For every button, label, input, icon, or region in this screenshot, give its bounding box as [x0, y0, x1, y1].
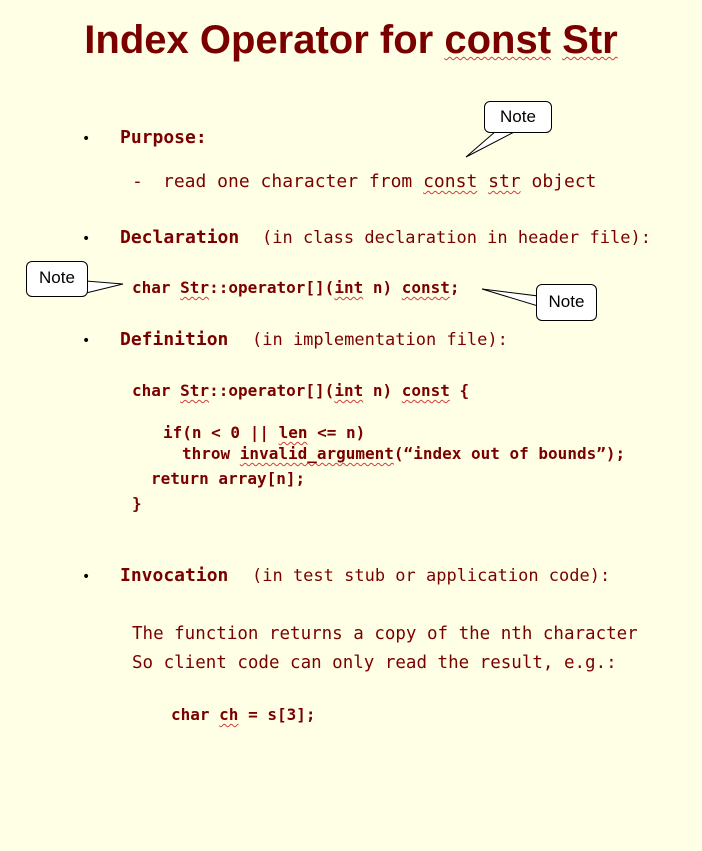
definition-code-line-5: }: [132, 494, 142, 513]
purpose-heading: Purpose:: [120, 127, 207, 148]
invocation-code: char ch = s[3];: [171, 705, 316, 724]
page-title: Index Operator for const Str: [84, 18, 618, 62]
declaration-heading: Declaration: [120, 227, 240, 248]
bullet-definition: •: [82, 333, 91, 349]
definition-code-line-1: char Str::operator[](int n) const {: [132, 381, 470, 400]
invocation-heading: Invocation: [120, 565, 229, 586]
purpose-text: read one character from const str object: [163, 171, 597, 192]
note1-tail: [465, 130, 517, 158]
invocation-line-1: The function returns a copy of the nth c…: [132, 624, 638, 644]
purpose-dash: -: [132, 171, 143, 192]
note3-tail: [481, 288, 539, 307]
invocation-note-text: (in test stub or application code):: [252, 566, 611, 586]
declaration-note-text: (in class declaration in header file):: [262, 228, 651, 248]
note2-tail: [85, 280, 124, 294]
definition-code-line-4: return array[n];: [151, 469, 306, 488]
definition-code-line-2: if(n < 0 || len <= n): [163, 423, 366, 442]
definition-note-text: (in implementation file):: [252, 330, 508, 350]
declaration-code: char Str::operator[](int n) const;: [132, 278, 460, 297]
definition-heading: Definition: [120, 329, 229, 350]
note-callout-declaration-left[interactable]: Note: [26, 261, 88, 297]
note-callout-purpose[interactable]: Note: [484, 101, 552, 133]
note-callout-declaration-right[interactable]: Note: [536, 284, 597, 321]
bullet-purpose: •: [82, 131, 91, 147]
bullet-invocation: •: [82, 569, 91, 585]
definition-code-line-3: throw invalid_argument(“index out of bou…: [182, 444, 626, 463]
bullet-declaration: •: [82, 231, 91, 247]
invocation-line-2: So client code can only read the result,…: [132, 653, 617, 673]
